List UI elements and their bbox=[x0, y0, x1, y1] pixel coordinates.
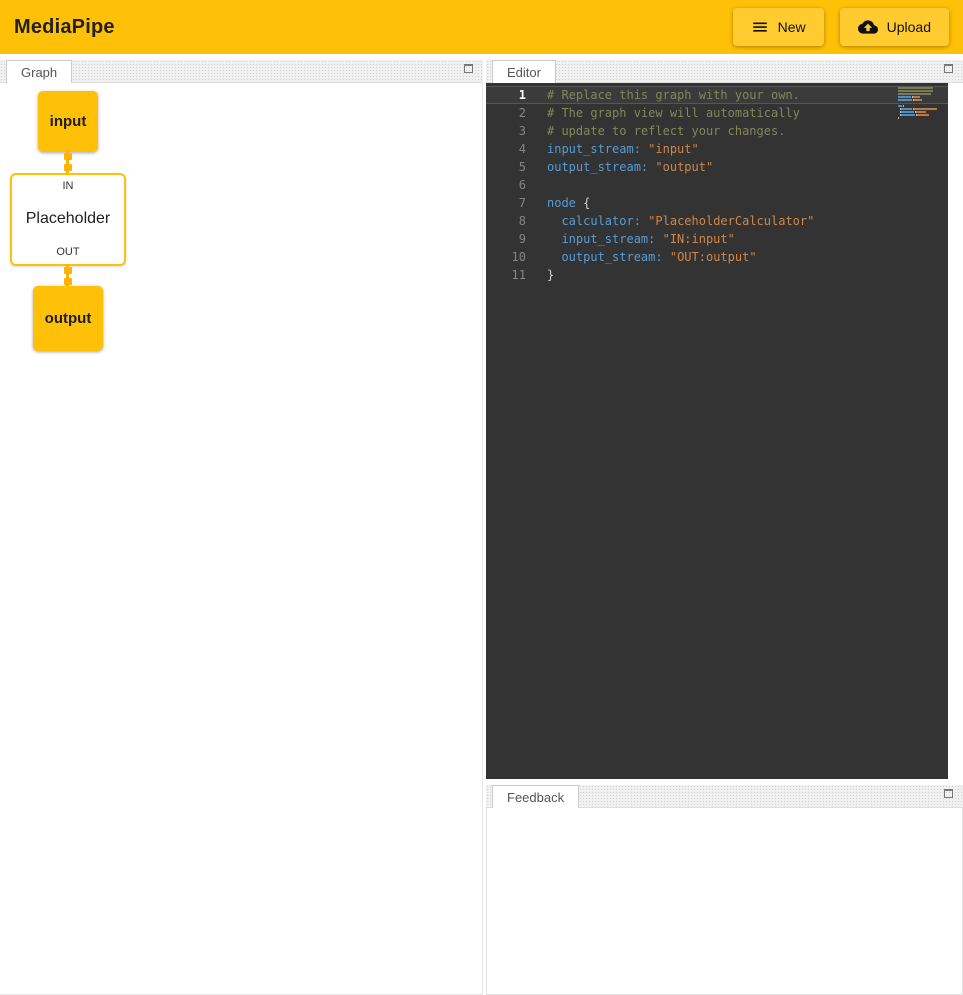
graph-maximize-icon[interactable] bbox=[464, 64, 473, 73]
feedback-content bbox=[486, 808, 963, 995]
editor-maximize-icon[interactable] bbox=[944, 64, 953, 73]
tab-graph[interactable]: Graph bbox=[6, 60, 72, 83]
code-editor[interactable]: 1# Replace this graph with your own.2# T… bbox=[486, 83, 948, 779]
line-number: 3 bbox=[486, 122, 526, 140]
code-line[interactable]: 7node { bbox=[486, 194, 948, 212]
feedback-tabbar: Feedback bbox=[486, 785, 963, 808]
code-line[interactable]: 10 output_stream: "OUT:output" bbox=[486, 248, 948, 266]
code-line[interactable]: 1# Replace this graph with your own. bbox=[486, 86, 948, 104]
line-number: 7 bbox=[486, 194, 526, 212]
graph-node-placeholder[interactable]: IN Placeholder OUT bbox=[10, 173, 126, 266]
editor-tabbar: Editor bbox=[486, 60, 963, 83]
graph-node-output-label: output bbox=[45, 310, 92, 327]
feedback-maximize-icon[interactable] bbox=[944, 789, 953, 798]
feedback-panel: Feedback bbox=[486, 785, 963, 995]
code-line[interactable]: 11} bbox=[486, 266, 948, 284]
graph-canvas[interactable]: input IN Placeholder OUT output bbox=[0, 83, 483, 995]
placeholder-in-port-label: IN bbox=[63, 180, 74, 192]
code-line[interactable]: 5output_stream: "output" bbox=[486, 158, 948, 176]
minimap[interactable] bbox=[898, 87, 940, 120]
placeholder-out-port-label: OUT bbox=[56, 246, 79, 258]
code-line[interactable]: 3# update to reflect your changes. bbox=[486, 122, 948, 140]
port-output-in bbox=[64, 278, 72, 285]
line-number: 5 bbox=[486, 158, 526, 176]
code-line[interactable]: 4input_stream: "input" bbox=[486, 140, 948, 158]
line-number: 4 bbox=[486, 140, 526, 158]
code-line[interactable]: 9 input_stream: "IN:input" bbox=[486, 230, 948, 248]
line-number: 10 bbox=[486, 248, 526, 266]
code-line[interactable]: 8 calculator: "PlaceholderCalculator" bbox=[486, 212, 948, 230]
line-number: 1 bbox=[486, 86, 526, 104]
port-placeholder-out bbox=[64, 267, 72, 274]
code-lines: 1# Replace this graph with your own.2# T… bbox=[486, 86, 948, 284]
app-header: MediaPipe New Upload bbox=[0, 0, 963, 54]
graph-panel: Graph input IN Placeholder OUT output bbox=[0, 60, 483, 995]
graph-node-output[interactable]: output bbox=[33, 286, 103, 351]
cloud-upload-icon bbox=[858, 17, 878, 37]
upload-button-label: Upload bbox=[887, 19, 931, 35]
graph-node-input[interactable]: input bbox=[38, 91, 98, 152]
tab-feedback[interactable]: Feedback bbox=[492, 785, 579, 808]
editor-panel: Editor 1# Replace this graph with your o… bbox=[486, 60, 963, 779]
header-buttons: New Upload bbox=[733, 8, 949, 46]
app-title: MediaPipe bbox=[14, 16, 115, 39]
code-line[interactable]: 6 bbox=[486, 176, 948, 194]
line-number: 8 bbox=[486, 212, 526, 230]
port-placeholder-in bbox=[64, 164, 72, 171]
new-button[interactable]: New bbox=[733, 8, 824, 46]
upload-button[interactable]: Upload bbox=[840, 8, 949, 46]
code-line[interactable]: 2# The graph view will automatically bbox=[486, 104, 948, 122]
line-number: 2 bbox=[486, 104, 526, 122]
graph-tabbar: Graph bbox=[0, 60, 483, 83]
new-button-label: New bbox=[778, 19, 806, 35]
menu-icon bbox=[751, 18, 769, 36]
line-number: 11 bbox=[486, 266, 526, 284]
port-input-out bbox=[64, 153, 72, 160]
graph-node-input-label: input bbox=[50, 113, 87, 130]
line-number: 6 bbox=[486, 176, 526, 194]
line-number: 9 bbox=[486, 230, 526, 248]
tab-editor[interactable]: Editor bbox=[492, 60, 556, 83]
placeholder-title: Placeholder bbox=[26, 210, 111, 228]
